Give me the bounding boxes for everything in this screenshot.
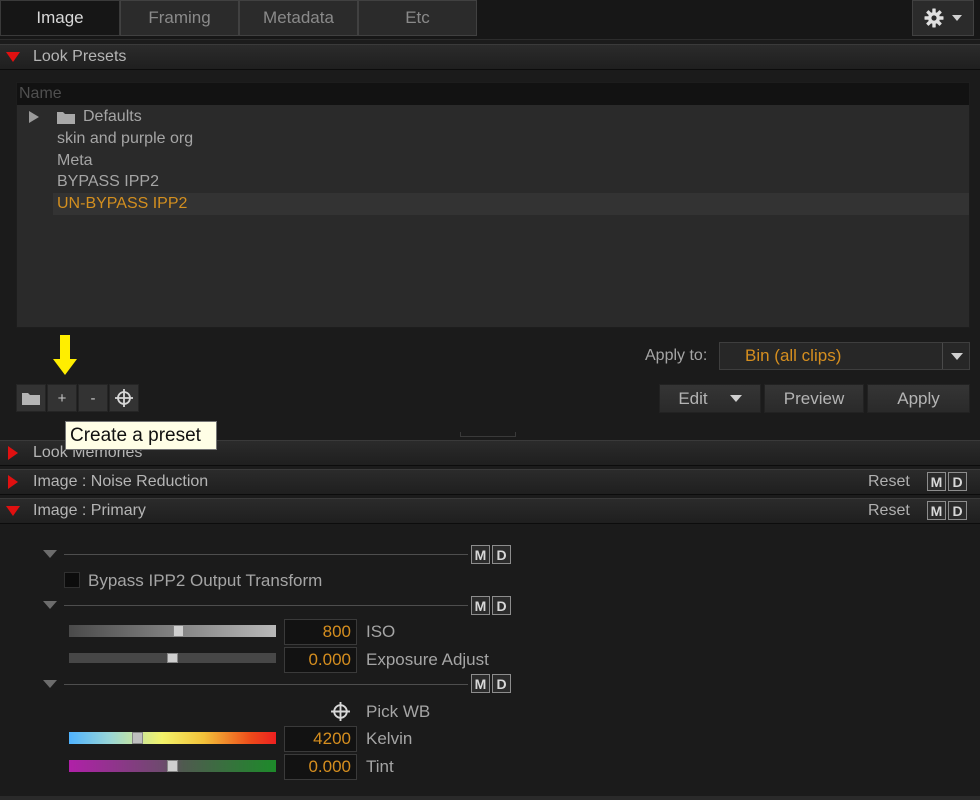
remove-preset-button[interactable]: -: [78, 384, 108, 412]
tab-image[interactable]: Image: [0, 0, 120, 36]
select-divider: [942, 343, 943, 369]
chevron-down-icon: [729, 395, 742, 402]
collapse-arrow-icon: [6, 506, 20, 516]
divider: [64, 554, 468, 555]
reset-button[interactable]: Reset: [868, 473, 910, 491]
divider: [64, 684, 468, 685]
slider-thumb[interactable]: [132, 732, 143, 744]
iso-input[interactable]: 800: [284, 619, 357, 645]
d-button[interactable]: D: [492, 545, 511, 564]
bypass-label: Bypass IPP2 Output Transform: [88, 571, 323, 590]
look-presets-header[interactable]: Look Presets: [0, 44, 980, 70]
m-button[interactable]: M: [471, 674, 490, 693]
iso-label: ISO: [366, 622, 396, 641]
list-item-label: Defaults: [83, 108, 142, 125]
section-title: Look Presets: [33, 48, 127, 65]
list-item[interactable]: Meta: [17, 150, 969, 172]
tint-input[interactable]: 0.000: [284, 754, 357, 780]
section-title: Image : Primary: [33, 502, 146, 519]
m-button[interactable]: M: [471, 545, 490, 564]
new-folder-button[interactable]: [16, 384, 46, 412]
list-item[interactable]: skin and purple org: [17, 128, 969, 150]
m-button[interactable]: M: [471, 596, 490, 615]
chevron-down-icon: [951, 353, 963, 360]
bottom-border: [0, 796, 980, 800]
m-button[interactable]: M: [927, 501, 946, 520]
list-item-defaults[interactable]: Defaults: [17, 106, 969, 128]
add-preset-button[interactable]: +: [47, 384, 77, 412]
exposure-label: Exposure Adjust: [366, 650, 489, 669]
folder-icon: [22, 392, 40, 405]
apply-button[interactable]: Apply: [867, 384, 970, 413]
list-item[interactable]: BYPASS IPP2: [17, 171, 969, 193]
annotation-arrow-icon: [53, 335, 77, 375]
tab-etc[interactable]: Etc: [358, 0, 477, 36]
list-item-label: skin and purple org: [57, 130, 194, 147]
reset-button[interactable]: Reset: [868, 502, 910, 520]
divider: [64, 605, 468, 606]
m-button[interactable]: M: [927, 472, 946, 491]
collapse-arrow-icon: [6, 52, 20, 62]
expand-arrow-icon[interactable]: [29, 111, 39, 123]
folder-icon: [57, 112, 75, 124]
list-item-label: BYPASS IPP2: [57, 173, 159, 190]
d-button[interactable]: D: [948, 501, 967, 520]
group-collapse-icon[interactable]: [43, 601, 57, 609]
list-item-label: Meta: [57, 152, 93, 169]
tint-label: Tint: [366, 757, 394, 776]
pick-wb-label: Pick WB: [366, 702, 431, 721]
tint-slider[interactable]: [69, 760, 276, 772]
d-button[interactable]: D: [948, 472, 967, 491]
tab-framing[interactable]: Framing: [120, 0, 239, 36]
kelvin-label: Kelvin: [366, 729, 413, 748]
noise-reduction-header[interactable]: Image : Noise Reduction: [0, 469, 980, 495]
exposure-input[interactable]: 0.000: [284, 647, 357, 673]
crosshair-icon: [115, 389, 133, 407]
d-button[interactable]: D: [492, 674, 511, 693]
apply-to-label: Apply to:: [645, 347, 708, 364]
tab-metadata[interactable]: Metadata: [239, 0, 358, 36]
iso-slider[interactable]: [69, 625, 276, 637]
pick-wb-crosshair-icon[interactable]: [330, 701, 351, 722]
preview-button[interactable]: Preview: [764, 384, 864, 413]
slider-thumb[interactable]: [173, 625, 184, 637]
gear-icon: [924, 8, 944, 28]
list-item-selected[interactable]: UN-BYPASS IPP2: [53, 193, 969, 215]
tooltip: Create a preset: [65, 421, 217, 450]
expand-arrow-icon: [8, 475, 18, 489]
exposure-slider[interactable]: [69, 653, 276, 663]
edit-button[interactable]: Edit: [659, 384, 761, 413]
splitter-handle[interactable]: [460, 432, 516, 437]
preset-list[interactable]: Name Defaults skin and purple org Meta B…: [16, 82, 970, 328]
settings-menu-button[interactable]: [912, 0, 974, 36]
expand-arrow-icon: [8, 446, 18, 460]
slider-thumb[interactable]: [167, 653, 178, 663]
target-preset-button[interactable]: [109, 384, 139, 412]
apply-to-select[interactable]: Bin (all clips): [719, 342, 970, 370]
d-button[interactable]: D: [492, 596, 511, 615]
group-collapse-icon[interactable]: [43, 550, 57, 558]
list-item-label: UN-BYPASS IPP2: [57, 195, 188, 212]
apply-to-value: Bin (all clips): [745, 346, 842, 365]
kelvin-slider[interactable]: [69, 732, 276, 744]
primary-header[interactable]: Image : Primary: [0, 498, 980, 524]
slider-thumb[interactable]: [167, 760, 178, 772]
group-collapse-icon[interactable]: [43, 680, 57, 688]
edit-button-label: Edit: [678, 388, 708, 408]
chevron-down-icon: [952, 15, 962, 21]
section-title: Image : Noise Reduction: [33, 473, 209, 490]
bypass-checkbox[interactable]: [64, 572, 80, 588]
column-header-name[interactable]: Name: [17, 83, 969, 105]
kelvin-input[interactable]: 4200: [284, 726, 357, 752]
